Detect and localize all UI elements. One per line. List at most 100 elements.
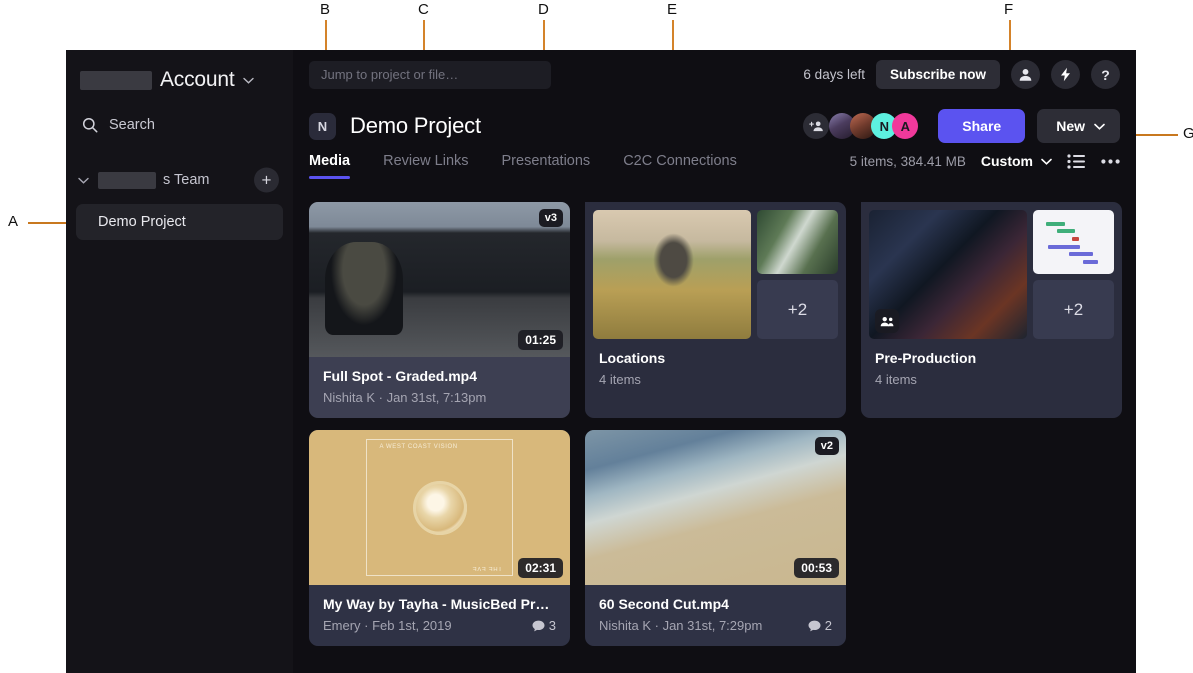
- more-items-count: +2: [757, 280, 838, 339]
- tab-presentations[interactable]: Presentations: [502, 153, 591, 179]
- thumbnail-side: +2: [1033, 210, 1114, 339]
- tab-review-links[interactable]: Review Links: [383, 153, 468, 179]
- tabs: Media Review Links Presentations C2C Con…: [309, 153, 737, 179]
- new-button[interactable]: New: [1037, 109, 1120, 143]
- add-project-button[interactable]: +: [254, 168, 279, 193]
- tab-c2c-connections[interactable]: C2C Connections: [623, 153, 737, 179]
- new-button-label: New: [1056, 118, 1085, 134]
- more-items-count: +2: [1033, 280, 1114, 339]
- comment-count-value: 2: [825, 618, 832, 633]
- comment-count-value: 3: [549, 618, 556, 633]
- album-bottom-text: THE EVE: [472, 565, 502, 571]
- comment-count: 3: [532, 618, 556, 633]
- thumbnail: v3 01:25: [309, 202, 570, 357]
- thumbnail-secondary: [1033, 210, 1114, 274]
- chevron-down-icon: [1041, 158, 1052, 165]
- album-top-text: A WEST COAST VISION: [379, 444, 457, 450]
- sidebar: Account Search s Team + Demo Project: [66, 50, 293, 673]
- view-controls: 5 items, 384.41 MB Custom: [850, 153, 1120, 169]
- duration-badge: 02:31: [518, 558, 563, 578]
- thumbnail: A WEST COAST VISION THE EVE 02:31: [309, 430, 570, 585]
- page-title: Demo Project: [350, 113, 481, 139]
- share-button[interactable]: Share: [938, 109, 1025, 143]
- sidebar-project-demo-project[interactable]: Demo Project: [76, 204, 283, 240]
- card-subtitle: Emery · Feb 1st, 2019 3: [323, 618, 556, 633]
- comment-bubble-icon: [532, 620, 545, 632]
- callout-label-f: F: [1004, 2, 1013, 17]
- card-title: My Way by Tayha - MusicBed Pre…: [323, 596, 556, 612]
- thumbnail: v2 00:53: [585, 430, 846, 585]
- top-bar: Jump to project or file… 6 days left Sub…: [293, 50, 1136, 99]
- version-badge: v2: [815, 437, 839, 455]
- app-window: Account Search s Team + Demo Project: [66, 50, 1136, 673]
- card-meta: My Way by Tayha - MusicBed Pre… Emery · …: [309, 585, 570, 646]
- help-question-icon[interactable]: ?: [1091, 60, 1120, 89]
- collaborator-avatars: N A: [803, 113, 918, 139]
- card-subtitle: 4 items: [875, 372, 1108, 387]
- media-card-full-spot[interactable]: v3 01:25 Full Spot - Graded.mp4 Nishita …: [309, 202, 570, 418]
- team-name-suffix: s Team: [163, 172, 209, 188]
- card-meta: Full Spot - Graded.mp4 Nishita K · Jan 3…: [309, 357, 570, 418]
- chevron-down-icon: [243, 77, 254, 84]
- team-name-redacted: [98, 172, 156, 189]
- lightning-bolt-icon[interactable]: [1051, 60, 1080, 89]
- thumbnail-group: +2: [869, 210, 1114, 339]
- tab-media[interactable]: Media: [309, 153, 350, 179]
- sort-dropdown[interactable]: Custom: [981, 153, 1052, 169]
- thumbnail-primary: [869, 210, 1027, 339]
- add-person-icon[interactable]: [803, 113, 829, 139]
- project-header: N Demo Project N A Share New: [293, 99, 1136, 153]
- jump-to-placeholder: Jump to project or file…: [321, 67, 458, 82]
- search-input[interactable]: Search: [66, 104, 293, 146]
- media-card-my-way[interactable]: A WEST COAST VISION THE EVE 02:31 My Way…: [309, 430, 570, 646]
- item-count-label: 5 items, 384.41 MB: [850, 154, 966, 169]
- card-title: Locations: [599, 350, 832, 366]
- top-bar-actions: 6 days left Subscribe now ?: [803, 60, 1120, 89]
- comment-count: 2: [808, 618, 832, 633]
- card-subtitle: Nishita K · Jan 31st, 7:29pm 2: [599, 618, 832, 633]
- jump-to-search-input[interactable]: Jump to project or file…: [309, 61, 551, 89]
- thumbnail-primary: [593, 210, 751, 339]
- avatar-initial-a[interactable]: A: [892, 113, 918, 139]
- media-card-locations[interactable]: +2 Locations 4 items: [585, 202, 846, 418]
- media-card-pre-production[interactable]: +2 Pre-Production 4 items: [861, 202, 1122, 418]
- media-card-60-second-cut[interactable]: v2 00:53 60 Second Cut.mp4 Nishita K · J…: [585, 430, 846, 646]
- comment-bubble-icon: [808, 620, 821, 632]
- search-placeholder: Search: [109, 117, 155, 133]
- card-subtitle: Nishita K · Jan 31st, 7:13pm: [323, 390, 556, 405]
- thumbnail-image: [1033, 210, 1114, 274]
- subscribe-now-button[interactable]: Subscribe now: [876, 60, 1000, 89]
- main-content: Jump to project or file… 6 days left Sub…: [293, 50, 1136, 673]
- help-glyph: ?: [1101, 68, 1110, 82]
- callout-label-g: G: [1183, 126, 1193, 141]
- callout-label-d: D: [538, 2, 549, 17]
- chevron-down-icon: [1094, 123, 1105, 130]
- account-name-redacted: [80, 71, 152, 90]
- card-subtitle: 4 items: [599, 372, 832, 387]
- callout-line-g: [1130, 134, 1178, 136]
- thumbnail-group: +2: [593, 210, 838, 339]
- card-owner-date: Nishita K · Jan 31st, 7:13pm: [323, 390, 486, 405]
- account-label: Account: [160, 68, 234, 92]
- card-meta: Pre-Production 4 items: [861, 339, 1122, 400]
- account-switcher[interactable]: Account: [66, 58, 293, 104]
- account-person-icon[interactable]: [1011, 60, 1040, 89]
- chevron-down-icon[interactable]: [78, 177, 91, 184]
- more-options-icon[interactable]: [1101, 159, 1120, 164]
- callout-label-b: B: [320, 2, 330, 17]
- thumbnail-image: [593, 210, 751, 339]
- list-view-icon[interactable]: [1067, 154, 1086, 169]
- card-title: Pre-Production: [875, 350, 1108, 366]
- duration-badge: 01:25: [518, 330, 563, 350]
- thumbnail-side: +2: [757, 210, 838, 339]
- media-grid: v3 01:25 Full Spot - Graded.mp4 Nishita …: [293, 190, 1136, 673]
- team-group-row[interactable]: s Team +: [66, 160, 293, 200]
- card-owner-date: Nishita K · Jan 31st, 7:29pm: [599, 618, 762, 633]
- card-owner-date: Emery · Feb 1st, 2019: [323, 618, 452, 633]
- project-actions: N A Share New: [803, 109, 1120, 143]
- duration-badge: 00:53: [794, 558, 839, 578]
- shared-people-icon: [875, 309, 899, 333]
- callout-label-c: C: [418, 2, 429, 17]
- thumbnail-secondary: [757, 210, 838, 274]
- callout-label-e: E: [667, 2, 677, 17]
